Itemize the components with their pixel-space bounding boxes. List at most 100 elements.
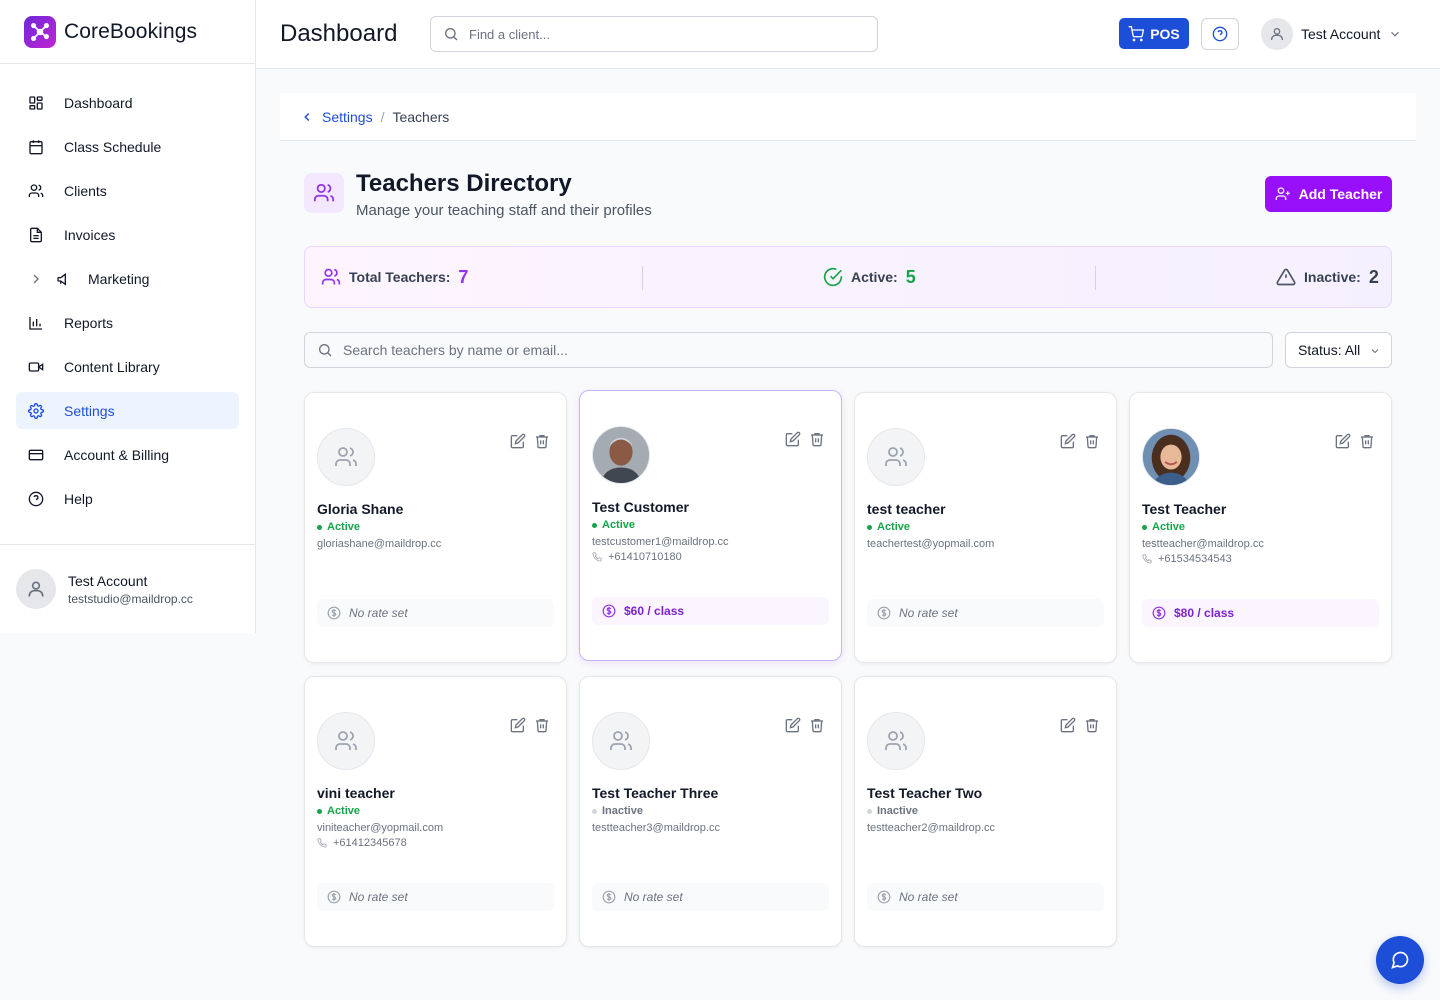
rate-badge: No rate set bbox=[317, 599, 554, 627]
teacher-card[interactable]: Test Teacher Active testteacher@maildrop… bbox=[1129, 392, 1392, 663]
dollar-circle-icon bbox=[1152, 606, 1166, 620]
trash-icon[interactable] bbox=[1359, 433, 1375, 449]
help-button[interactable] bbox=[1201, 18, 1239, 50]
edit-icon[interactable] bbox=[785, 431, 801, 447]
sidebar-item-label: Invoices bbox=[64, 226, 116, 243]
status-badge: Active bbox=[317, 805, 360, 817]
stat-inactive-label: Inactive: bbox=[1304, 269, 1361, 285]
directory-subtitle: Manage your teaching staff and their pro… bbox=[356, 202, 652, 219]
add-teacher-button[interactable]: Add Teacher bbox=[1265, 176, 1392, 212]
brand-logo-icon bbox=[24, 15, 56, 48]
bar-chart-icon bbox=[29, 316, 42, 330]
teacher-card[interactable]: test teacher Active teachertest@yopmail.… bbox=[854, 392, 1117, 663]
status-badge: Active bbox=[1142, 521, 1185, 533]
trash-icon[interactable] bbox=[1084, 433, 1100, 449]
gear-icon bbox=[28, 402, 44, 419]
sidebar-item-reports[interactable]: Reports bbox=[16, 304, 239, 341]
edit-icon[interactable] bbox=[1335, 433, 1351, 449]
trash-icon[interactable] bbox=[534, 433, 550, 449]
video-icon bbox=[28, 361, 44, 372]
status-text: Inactive bbox=[877, 805, 918, 817]
teacher-search-input[interactable] bbox=[343, 342, 1243, 358]
avatar bbox=[16, 569, 56, 609]
account-menu[interactable]: Test Account bbox=[1261, 18, 1402, 50]
status-badge: Inactive bbox=[867, 805, 918, 817]
status-badge: Inactive bbox=[592, 805, 643, 817]
edit-icon[interactable] bbox=[510, 433, 526, 449]
sidebar-item-clients[interactable]: Clients bbox=[16, 172, 239, 209]
teacher-card[interactable]: Test Teacher Two Inactive testteacher2@m… bbox=[854, 676, 1117, 947]
edit-icon[interactable] bbox=[1060, 717, 1076, 733]
cart-icon bbox=[1128, 25, 1145, 41]
teacher-name: Test Teacher bbox=[1142, 501, 1227, 517]
sidebar-item-label: Reports bbox=[64, 314, 114, 331]
chevron-right-icon[interactable] bbox=[28, 271, 44, 287]
teacher-card[interactable]: Gloria Shane Active gloriashane@maildrop… bbox=[304, 392, 567, 663]
check-circle-icon bbox=[823, 267, 843, 287]
sidebar-nav: Dashboard Class Schedule Clients Invoice… bbox=[0, 64, 255, 517]
sidebar-user-email: teststudio@maildrop.cc bbox=[68, 591, 193, 606]
pos-label: POS bbox=[1150, 25, 1180, 42]
client-search-input[interactable] bbox=[469, 26, 849, 42]
dollar-circle-icon bbox=[877, 606, 891, 620]
directory-title: Teachers Directory bbox=[356, 170, 572, 197]
sidebar-item-content-library[interactable]: Content Library bbox=[16, 348, 239, 385]
avatar bbox=[867, 712, 925, 770]
sidebar-item-invoices[interactable]: Invoices bbox=[16, 216, 239, 253]
pos-button[interactable]: POS bbox=[1119, 18, 1189, 49]
users-icon bbox=[335, 447, 357, 466]
sidebar-item-label: Class Schedule bbox=[64, 138, 162, 155]
teacher-name: vini teacher bbox=[317, 785, 395, 801]
sidebar-item-marketing[interactable]: Marketing bbox=[16, 260, 239, 297]
avatar bbox=[317, 712, 375, 770]
chevron-left-icon[interactable] bbox=[300, 110, 314, 124]
status-text: Active bbox=[327, 521, 361, 533]
search-icon bbox=[319, 344, 332, 357]
rate-text: No rate set bbox=[349, 890, 408, 904]
chat-support-button[interactable] bbox=[1376, 936, 1424, 984]
trash-icon[interactable] bbox=[1084, 717, 1100, 733]
file-text-icon bbox=[30, 227, 42, 242]
sidebar-item-label: Dashboard bbox=[64, 94, 133, 111]
users-icon bbox=[335, 731, 357, 750]
teacher-search[interactable] bbox=[304, 332, 1273, 368]
sidebar-item-label: Marketing bbox=[88, 270, 150, 287]
teacher-email: teachertest@yopmail.com bbox=[867, 538, 995, 550]
avatar bbox=[867, 428, 925, 486]
chevron-down-icon bbox=[1371, 349, 1379, 354]
teacher-email: testteacher@maildrop.cc bbox=[1142, 538, 1264, 550]
teacher-card[interactable]: vini teacher Active viniteacher@yopmail.… bbox=[304, 676, 567, 947]
sidebar-item-class-schedule[interactable]: Class Schedule bbox=[16, 128, 239, 165]
stat-active-value: 5 bbox=[905, 266, 916, 287]
client-search[interactable] bbox=[430, 16, 878, 52]
edit-icon[interactable] bbox=[510, 717, 526, 733]
trash-icon[interactable] bbox=[534, 717, 550, 733]
brand[interactable]: CoreBookings bbox=[0, 0, 255, 64]
teacher-card[interactable]: Test Customer Active testcustomer1@maild… bbox=[579, 390, 842, 661]
sidebar-item-dashboard[interactable]: Dashboard bbox=[16, 84, 239, 121]
edit-icon[interactable] bbox=[1060, 433, 1076, 449]
sidebar-item-settings[interactable]: Settings bbox=[16, 392, 239, 429]
breadcrumb-settings-link[interactable]: Settings bbox=[322, 109, 373, 125]
teacher-phone: +61412345678 bbox=[317, 837, 407, 849]
calendar-icon bbox=[29, 139, 43, 154]
sidebar-item-label: Settings bbox=[64, 402, 115, 419]
sidebar: CoreBookings Dashboard Class Schedule Cl… bbox=[0, 0, 256, 633]
edit-icon[interactable] bbox=[785, 717, 801, 733]
help-circle-icon bbox=[28, 491, 44, 506]
users-icon bbox=[321, 268, 341, 285]
teacher-card[interactable]: Test Teacher Three Inactive testteacher3… bbox=[579, 676, 842, 947]
sidebar-item-account-billing[interactable]: Account & Billing bbox=[16, 436, 239, 473]
sidebar-user[interactable]: Test Account teststudio@maildrop.cc bbox=[0, 544, 255, 633]
rate-badge: No rate set bbox=[592, 883, 829, 911]
rate-badge: $80 / class bbox=[1142, 599, 1379, 627]
teacher-email: viniteacher@yopmail.com bbox=[317, 822, 444, 834]
rate-badge: No rate set bbox=[867, 599, 1104, 627]
sidebar-item-help[interactable]: Help bbox=[16, 480, 239, 517]
stat-inactive: Inactive: 2 bbox=[1276, 247, 1379, 307]
user-icon bbox=[1271, 28, 1283, 40]
status-text: Inactive bbox=[602, 805, 643, 817]
status-filter-select[interactable]: Status: All bbox=[1285, 332, 1392, 368]
trash-icon[interactable] bbox=[809, 431, 825, 447]
trash-icon[interactable] bbox=[809, 717, 825, 733]
